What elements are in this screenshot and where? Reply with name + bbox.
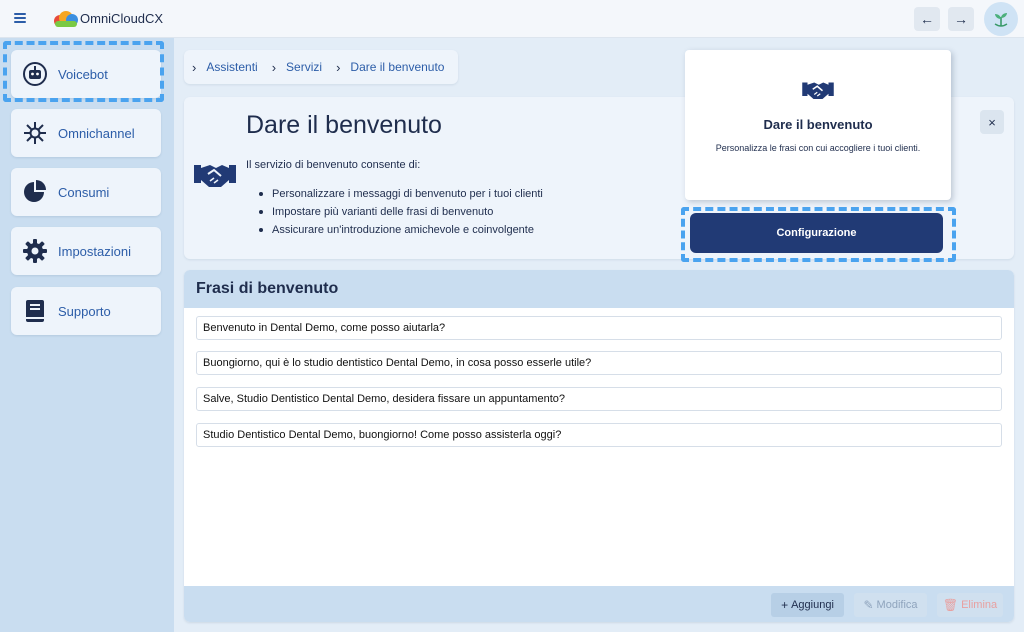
list-item: Personalizzare i messaggi di benvenuto p… [259, 187, 543, 205]
breadcrumb-dare-il-benvenuto[interactable]: Dare il benvenuto [350, 60, 444, 74]
network-icon [22, 120, 48, 146]
service-description: Il servizio di benvenuto consente di: [246, 159, 421, 171]
chevron-right-icon: › [271, 59, 277, 75]
close-icon: × [988, 114, 996, 130]
plus-icon: + [781, 598, 789, 612]
service-popover-card: Dare il benvenuto Personalizza le frasi … [685, 50, 951, 200]
handshake-icon [194, 165, 236, 187]
sidebar-item-label: Voicebot [58, 66, 108, 82]
pie-chart-icon [22, 179, 48, 205]
forward-button[interactable]: → [948, 7, 974, 31]
hamburger-menu-icon[interactable] [14, 13, 26, 23]
handshake-icon [802, 82, 834, 99]
delete-label: Elimina [961, 599, 998, 611]
panel-footer: + Aggiungi ✎ Modifica 🗑 Elimina [184, 586, 1014, 622]
delete-button[interactable]: 🗑 Elimina [937, 593, 1003, 617]
phrase-row[interactable]: Benvenuto in Dental Demo, come posso aiu… [196, 316, 1002, 340]
add-button[interactable]: + Aggiungi [771, 593, 844, 617]
welcome-phrases-panel: Frasi di benvenuto Benvenuto in Dental D… [184, 270, 1014, 622]
phrase-row[interactable]: Buongiorno, qui è lo studio dentistico D… [196, 351, 1002, 375]
edit-icon: ✎ [863, 598, 874, 612]
back-button[interactable]: ← [914, 7, 940, 31]
breadcrumb-assistenti[interactable]: Assistenti [206, 60, 257, 74]
popover-title: Dare il benvenuto [763, 117, 873, 132]
sidebar-item-consumi[interactable]: Consumi [11, 168, 161, 216]
sidebar-item-label: Omnichannel [58, 125, 135, 141]
avatar[interactable] [984, 2, 1018, 36]
breadcrumb-servizi[interactable]: Servizi [286, 60, 322, 74]
close-button[interactable]: × [980, 110, 1004, 134]
trash-icon: 🗑 [942, 598, 959, 612]
breadcrumb: › Assistenti › Servizi › Dare il benvenu… [184, 50, 458, 84]
sidebar-item-label: Consumi [58, 184, 110, 200]
sidebar-item-label: Supporto [58, 303, 111, 319]
arrow-right-icon: → [954, 11, 968, 27]
book-icon [22, 298, 48, 324]
edit-button[interactable]: ✎ Modifica [854, 593, 927, 617]
panel-title: Frasi di benvenuto [184, 270, 1014, 308]
robot-icon [22, 61, 48, 87]
sidebar-item-supporto[interactable]: Supporto [11, 287, 161, 335]
list-item: Impostare più varianti delle frasi di be… [259, 205, 543, 223]
edit-label: Modifica [876, 599, 918, 611]
feature-list: Personalizzare i messaggi di benvenuto p… [259, 187, 543, 241]
configurazione-button[interactable]: Configurazione [690, 213, 943, 253]
gear-icon [22, 238, 48, 264]
sidebar-item-voicebot[interactable]: Voicebot [11, 50, 161, 98]
sidebar-item-label: Impostazioni [58, 243, 131, 259]
phrase-row[interactable]: Studio Dentistico Dental Demo, buongiorn… [196, 423, 1002, 447]
sidebar-item-impostazioni[interactable]: Impostazioni [11, 227, 161, 275]
list-item: Assicurare un'introduzione amichevole e … [259, 223, 543, 241]
cloud-logo-icon [54, 11, 78, 27]
popover-subtitle: Personalizza le frasi con cui accogliere… [715, 143, 921, 153]
top-bar: OmniCloudCX ← → [0, 0, 1024, 38]
phrase-row[interactable]: Salve, Studio Dentistico Dental Demo, de… [196, 387, 1002, 411]
plant-icon [994, 13, 1008, 27]
arrow-left-icon: ← [920, 11, 934, 27]
sidebar-item-omnichannel[interactable]: Omnichannel [11, 109, 161, 157]
sidebar: Voicebot Omnichannel Consumi Impostazion… [0, 38, 174, 632]
app-title: OmniCloudCX [80, 11, 164, 26]
chevron-right-icon: › [192, 59, 197, 75]
add-label: Aggiungi [791, 599, 834, 611]
page-title: Dare il benvenuto [246, 111, 442, 139]
chevron-right-icon: › [336, 59, 341, 75]
